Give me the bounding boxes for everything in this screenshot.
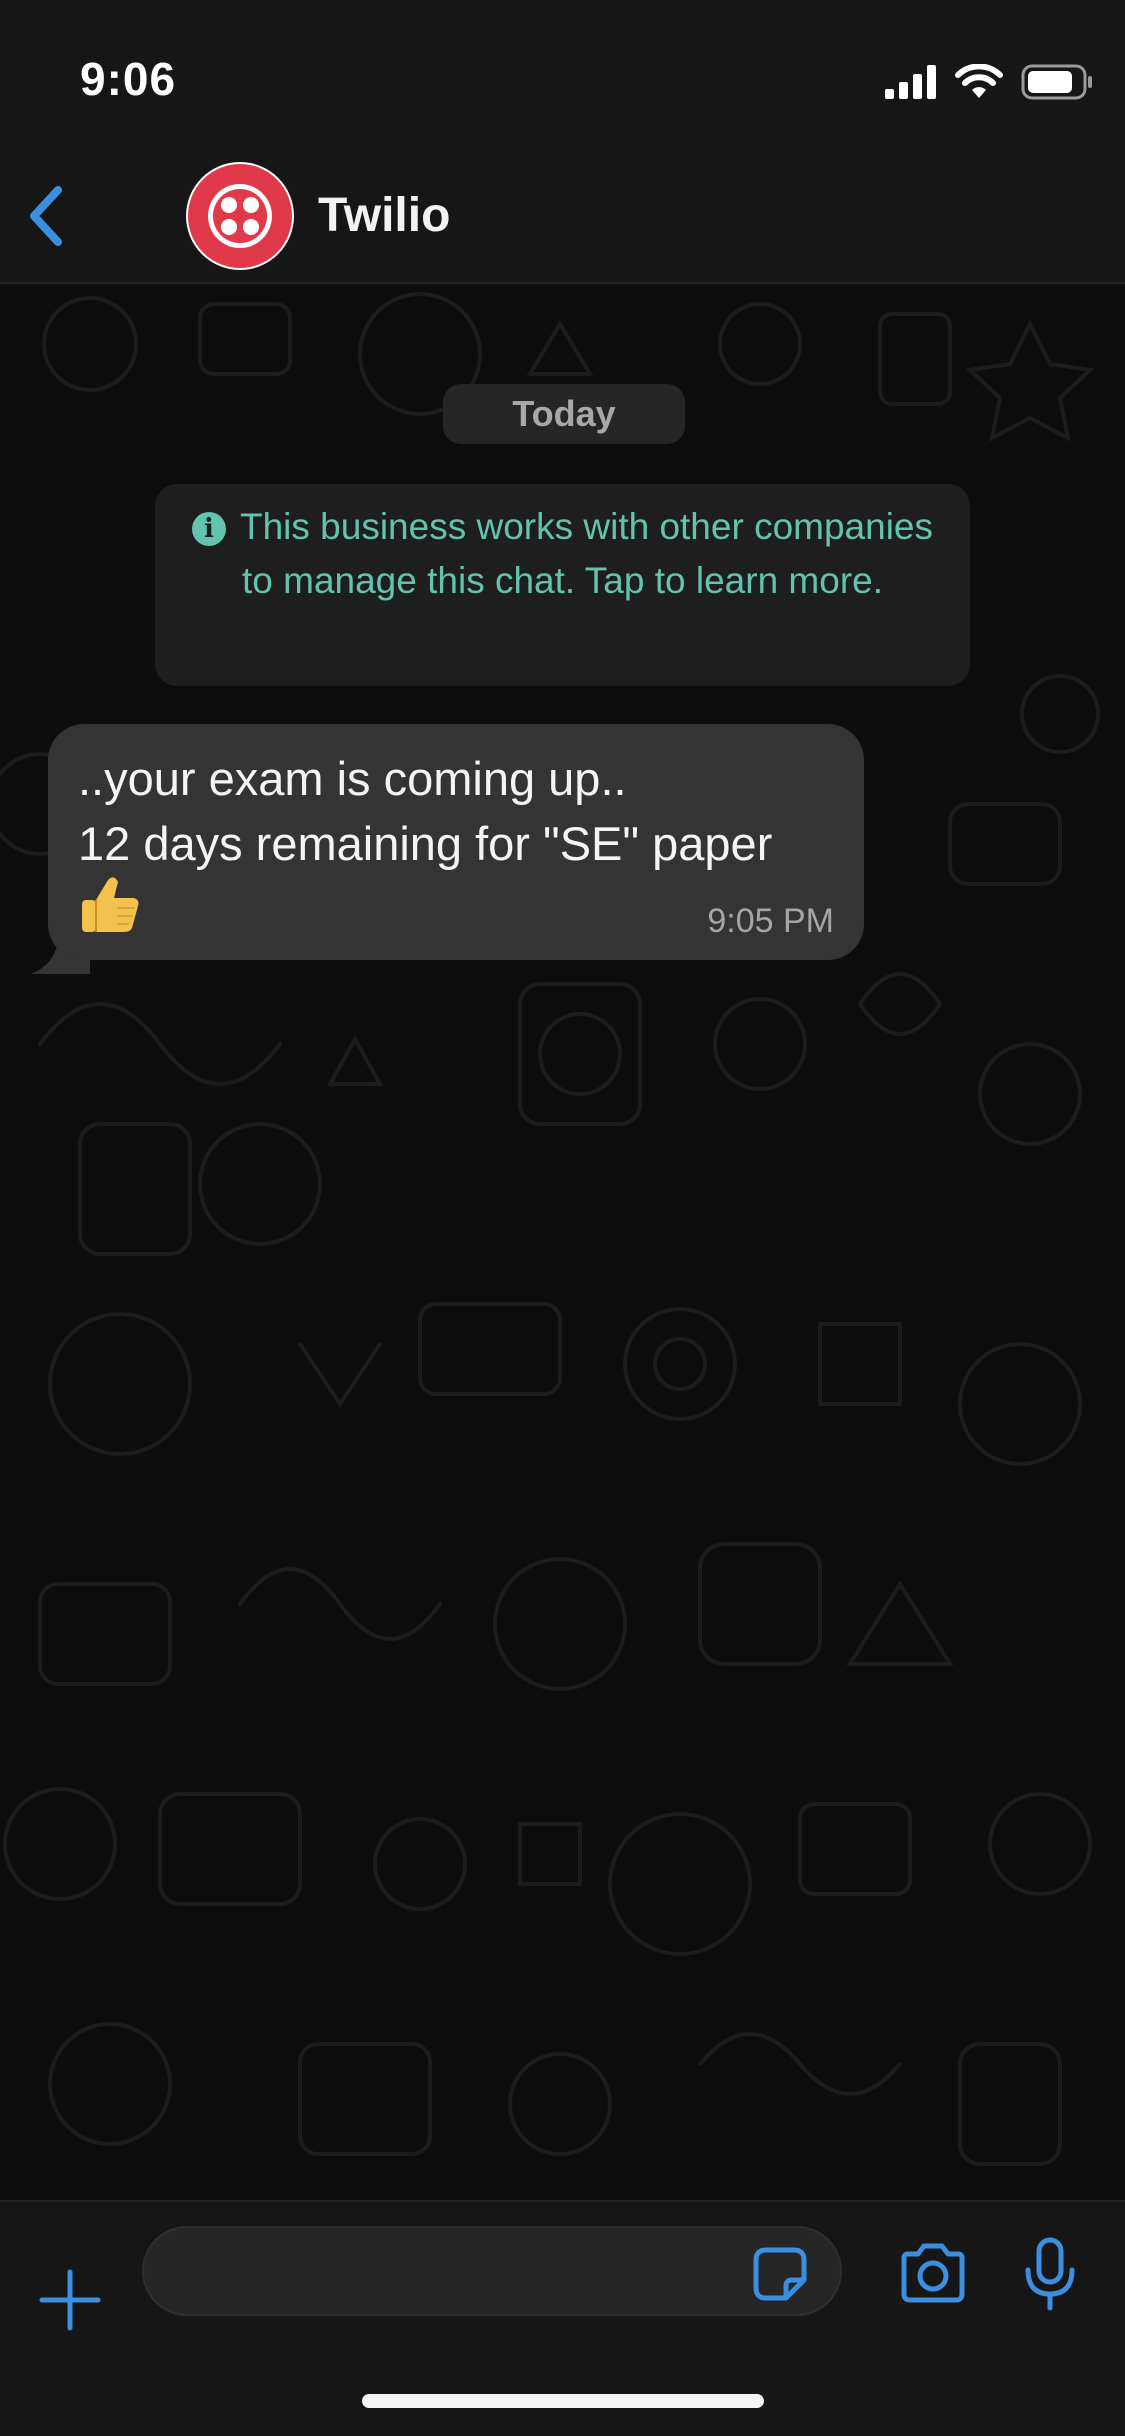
plus-icon[interactable] [38,2268,102,2332]
thumbs-up-emoji-icon [82,877,139,932]
chat-area: Today i This business works with other co… [0,284,1125,2200]
home-indicator[interactable] [362,2394,764,2408]
camera-icon[interactable] [898,2242,968,2304]
business-info-banner[interactable]: i This business works with other companie… [155,484,970,686]
status-icons [885,60,1093,104]
contact-name[interactable]: Twilio [318,188,450,243]
twilio-logo [188,164,292,268]
message-text: ..your exam is coming up.. 12 days remai… [78,752,773,870]
battery-icon [1021,64,1092,100]
message-timestamp: 9:05 PM [707,902,834,940]
info-banner-text: This business works with other companies… [239,506,933,601]
cellular-signal-icon [885,65,936,99]
back-chevron-icon[interactable] [22,180,70,252]
status-time: 9:06 [80,53,177,105]
date-chip: Today [443,384,685,444]
avatar[interactable] [186,162,294,270]
message-bubble[interactable]: ..your exam is coming up.. 12 days remai… [48,724,864,960]
microphone-icon[interactable] [1022,2236,1078,2312]
wifi-icon [955,64,1003,98]
chat-screen: 9:06 Twilio Today i This business works … [0,0,1125,2436]
message-input[interactable] [142,2226,842,2316]
chat-header: Twilio [0,150,1125,284]
status-bar: 9:06 [0,0,1125,150]
info-icon: i [191,512,226,546]
sticker-icon[interactable] [752,2246,808,2302]
